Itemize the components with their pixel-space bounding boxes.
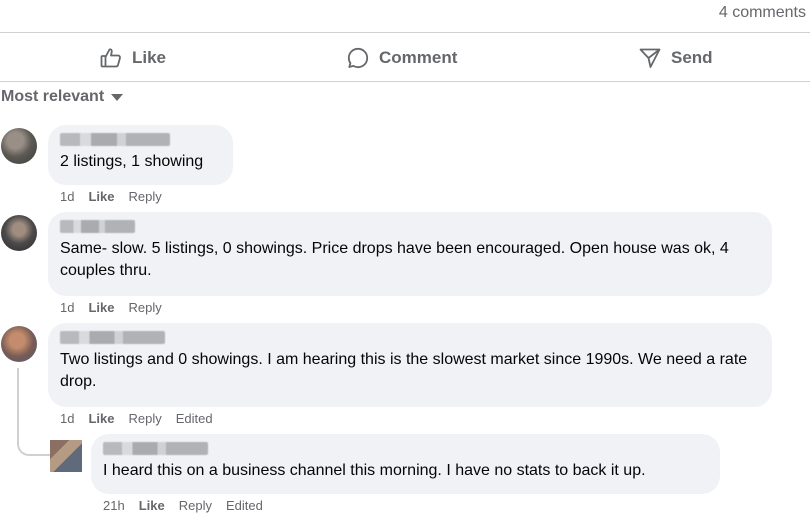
reply-text: I heard this on a business channel this … (103, 462, 646, 479)
comment-meta: 1d Like Reply (60, 189, 162, 204)
commenter-name-blurred[interactable] (103, 442, 208, 455)
comment-like-link[interactable]: Like (88, 189, 114, 204)
avatar[interactable] (1, 128, 37, 164)
comment-meta: 1d Like Reply Edited (60, 411, 213, 426)
reply-bubble: I heard this on a business channel this … (91, 434, 720, 494)
post-action-bar: Like Comment Send (0, 32, 810, 82)
comments-summary-row: 4 comments (0, 0, 810, 32)
commenter-name-blurred[interactable] (60, 331, 165, 344)
thumbs-up-icon (100, 48, 121, 68)
comment-sort-dropdown[interactable]: Most relevant (1, 88, 124, 106)
comment-button[interactable]: Comment (346, 43, 457, 73)
chevron-down-icon (111, 93, 124, 101)
comment-like-link[interactable]: Like (88, 300, 114, 315)
comment-reply-link[interactable]: Reply (128, 189, 161, 204)
reply-timestamp[interactable]: 21h (103, 498, 125, 513)
comment-bubble-icon (347, 47, 369, 69)
send-icon (639, 48, 661, 68)
send-button[interactable]: Send (638, 43, 713, 73)
send-button-label: Send (671, 48, 713, 67)
edited-label: Edited (175, 411, 213, 426)
comment-timestamp[interactable]: 1d (60, 189, 74, 204)
comment-bubble: Two listings and 0 showings. I am hearin… (48, 323, 772, 407)
comment-text: 2 listings, 1 showing (60, 153, 204, 170)
avatar[interactable] (1, 215, 37, 251)
comment-text: Two listings and 0 showings. I am hearin… (60, 351, 748, 390)
comment-like-link[interactable]: Like (88, 411, 114, 426)
reply-like-link[interactable]: Like (139, 498, 165, 513)
sort-label: Most relevant (1, 88, 105, 105)
comment-timestamp[interactable]: 1d (60, 411, 74, 426)
comment-reply-link[interactable]: Reply (128, 300, 161, 315)
reply-reply-link[interactable]: Reply (179, 498, 212, 513)
comment-bubble: 2 listings, 1 showing (48, 125, 233, 185)
like-button[interactable]: Like (99, 43, 166, 73)
commenter-name-blurred[interactable] (60, 220, 135, 233)
avatar[interactable] (50, 440, 82, 472)
comment-text: Same- slow. 5 listings, 0 showings. Pric… (60, 240, 729, 279)
comments-count[interactable]: 4 comments (719, 4, 806, 22)
comment-bubble: Same- slow. 5 listings, 0 showings. Pric… (48, 212, 772, 296)
avatar[interactable] (1, 326, 37, 362)
like-button-label: Like (132, 48, 167, 67)
comment-button-label: Comment (379, 48, 458, 67)
edited-label: Edited (225, 498, 263, 513)
comment-reply-link[interactable]: Reply (128, 411, 161, 426)
comment-meta: 1d Like Reply (60, 300, 162, 315)
comment-timestamp[interactable]: 1d (60, 300, 74, 315)
commenter-name-blurred[interactable] (60, 133, 170, 146)
reply-meta: 21h Like Reply Edited (103, 498, 263, 513)
